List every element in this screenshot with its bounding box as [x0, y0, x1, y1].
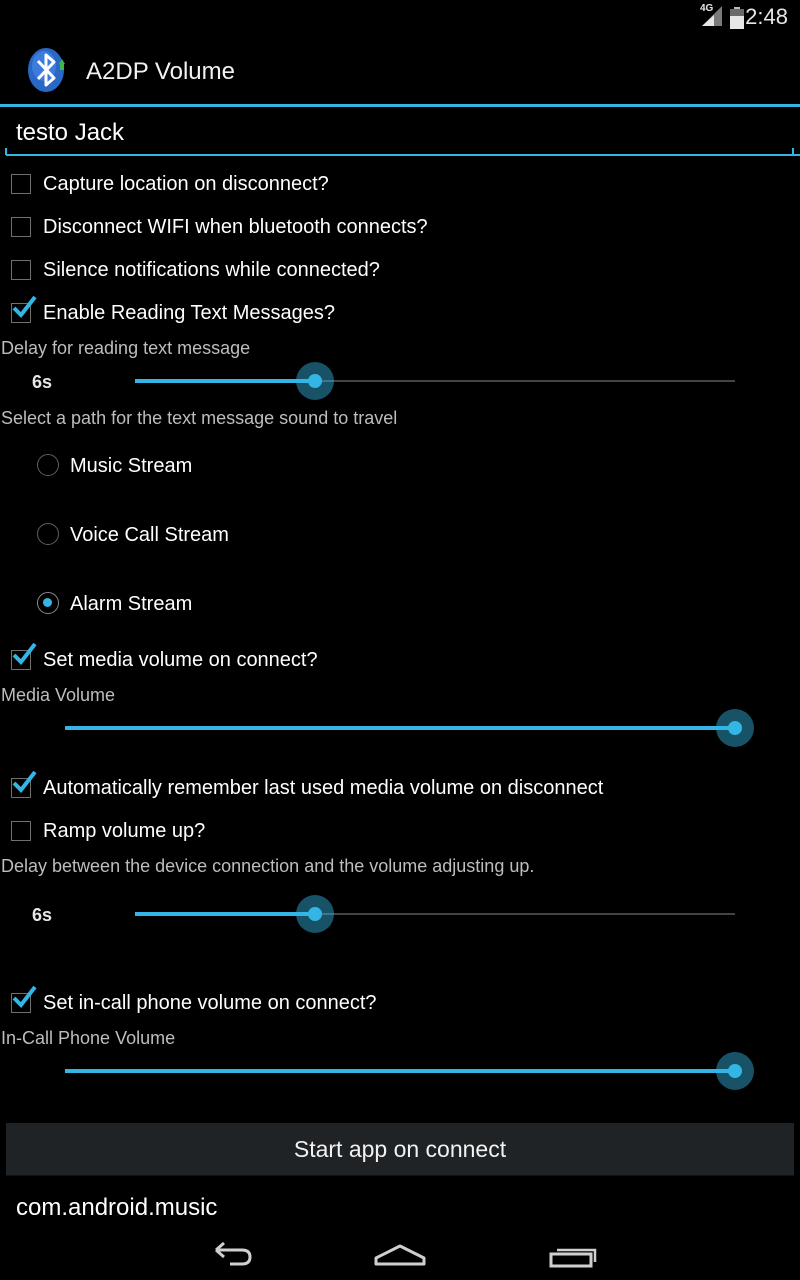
ramp-volume-label: Ramp volume up? — [43, 820, 206, 842]
home-icon[interactable] — [370, 1230, 430, 1270]
ramp-delay-value: 6s — [32, 905, 53, 925]
ramp-delay-slider-fill — [135, 912, 315, 916]
input-underline-right-tick — [792, 148, 794, 155]
media-volume-caption: Media Volume — [1, 685, 116, 705]
ramp-delay-caption: Delay between the device connection and … — [1, 856, 535, 876]
sound-path-caption: Select a path for the text message sound… — [1, 408, 398, 428]
checkmark-icon — [12, 985, 37, 1009]
remember-volume-label: Automatically remember last used media v… — [43, 777, 604, 799]
radio-music-stream-circle[interactable] — [37, 454, 59, 476]
start-app-button[interactable]: Start app on connect — [6, 1123, 794, 1176]
action-bar-divider — [0, 104, 800, 107]
set-media-volume-row[interactable]: Set media volume on connect? — [0, 641, 800, 681]
radio-voice-call-stream-label: Voice Call Stream — [70, 524, 229, 546]
radio-voice-call-stream-circle[interactable] — [37, 523, 59, 545]
app-title: A2DP Volume — [86, 58, 235, 85]
media-volume-slider-fill — [65, 726, 735, 730]
device-name-input[interactable] — [6, 112, 800, 156]
status-bar: 4G 2:48 — [0, 0, 800, 34]
checkmark-icon — [12, 770, 37, 794]
text-delay-caption: Delay for reading text message — [1, 338, 251, 358]
ramp-volume-row[interactable]: Ramp volume up? — [0, 812, 800, 852]
silence-notifications-checkbox[interactable] — [11, 260, 31, 280]
radio-selected-dot — [43, 598, 52, 607]
battery-icon — [730, 7, 744, 29]
radio-alarm-stream-circle[interactable] — [37, 592, 59, 614]
radio-voice-call-stream[interactable]: Voice Call Stream — [0, 510, 800, 560]
radio-alarm-stream-label: Alarm Stream — [70, 593, 193, 615]
input-underline-left-tick — [5, 148, 7, 155]
text-delay-slider-fill — [135, 379, 315, 383]
read-text-messages-row[interactable]: Enable Reading Text Messages? — [0, 294, 800, 334]
network-type-label: 4G — [700, 3, 714, 14]
incall-volume-slider-fill — [65, 1069, 735, 1073]
capture-location-checkbox[interactable] — [11, 174, 31, 194]
text-delay-slider-thumb-dot — [308, 374, 322, 388]
set-media-volume-label: Set media volume on connect? — [43, 649, 318, 671]
radio-music-stream[interactable]: Music Stream — [0, 441, 800, 491]
media-volume-slider-thumb-dot — [728, 721, 742, 735]
status-clock: 2:48 — [745, 4, 788, 29]
disconnect-wifi-checkbox[interactable] — [11, 217, 31, 237]
capture-location-row[interactable]: Capture location on disconnect? — [0, 165, 800, 205]
start-app-package-text[interactable]: com.android.music — [16, 1194, 217, 1222]
navigation-bar — [0, 1222, 800, 1280]
recents-icon[interactable] — [541, 1230, 601, 1270]
disconnect-wifi-row[interactable]: Disconnect WIFI when bluetooth connects? — [0, 208, 800, 248]
ramp-volume-checkbox[interactable] — [11, 821, 31, 841]
action-bar: A2DP Volume — [0, 34, 800, 107]
set-incall-volume-row[interactable]: Set in-call phone volume on connect? — [0, 984, 800, 1024]
checkmark-icon — [12, 642, 37, 666]
set-incall-volume-label: Set in-call phone volume on connect? — [43, 992, 377, 1014]
silence-notifications-label: Silence notifications while connected? — [43, 259, 380, 281]
capture-location-label: Capture location on disconnect? — [43, 173, 329, 195]
remember-volume-row[interactable]: Automatically remember last used media v… — [0, 769, 800, 809]
radio-music-stream-label: Music Stream — [70, 455, 193, 477]
read-text-messages-label: Enable Reading Text Messages? — [43, 302, 336, 324]
back-icon[interactable] — [200, 1230, 260, 1270]
incall-volume-caption: In-Call Phone Volume — [1, 1028, 176, 1048]
silence-notifications-row[interactable]: Silence notifications while connected? — [0, 251, 800, 291]
ramp-delay-slider-thumb-dot — [308, 907, 322, 921]
disconnect-wifi-label: Disconnect WIFI when bluetooth connects? — [43, 216, 428, 238]
radio-alarm-stream[interactable]: Alarm Stream — [0, 579, 800, 629]
bluetooth-icon[interactable] — [26, 46, 68, 94]
checkmark-icon — [12, 295, 37, 319]
incall-volume-slider-thumb-dot — [728, 1064, 742, 1078]
text-delay-value: 6s — [32, 372, 53, 392]
